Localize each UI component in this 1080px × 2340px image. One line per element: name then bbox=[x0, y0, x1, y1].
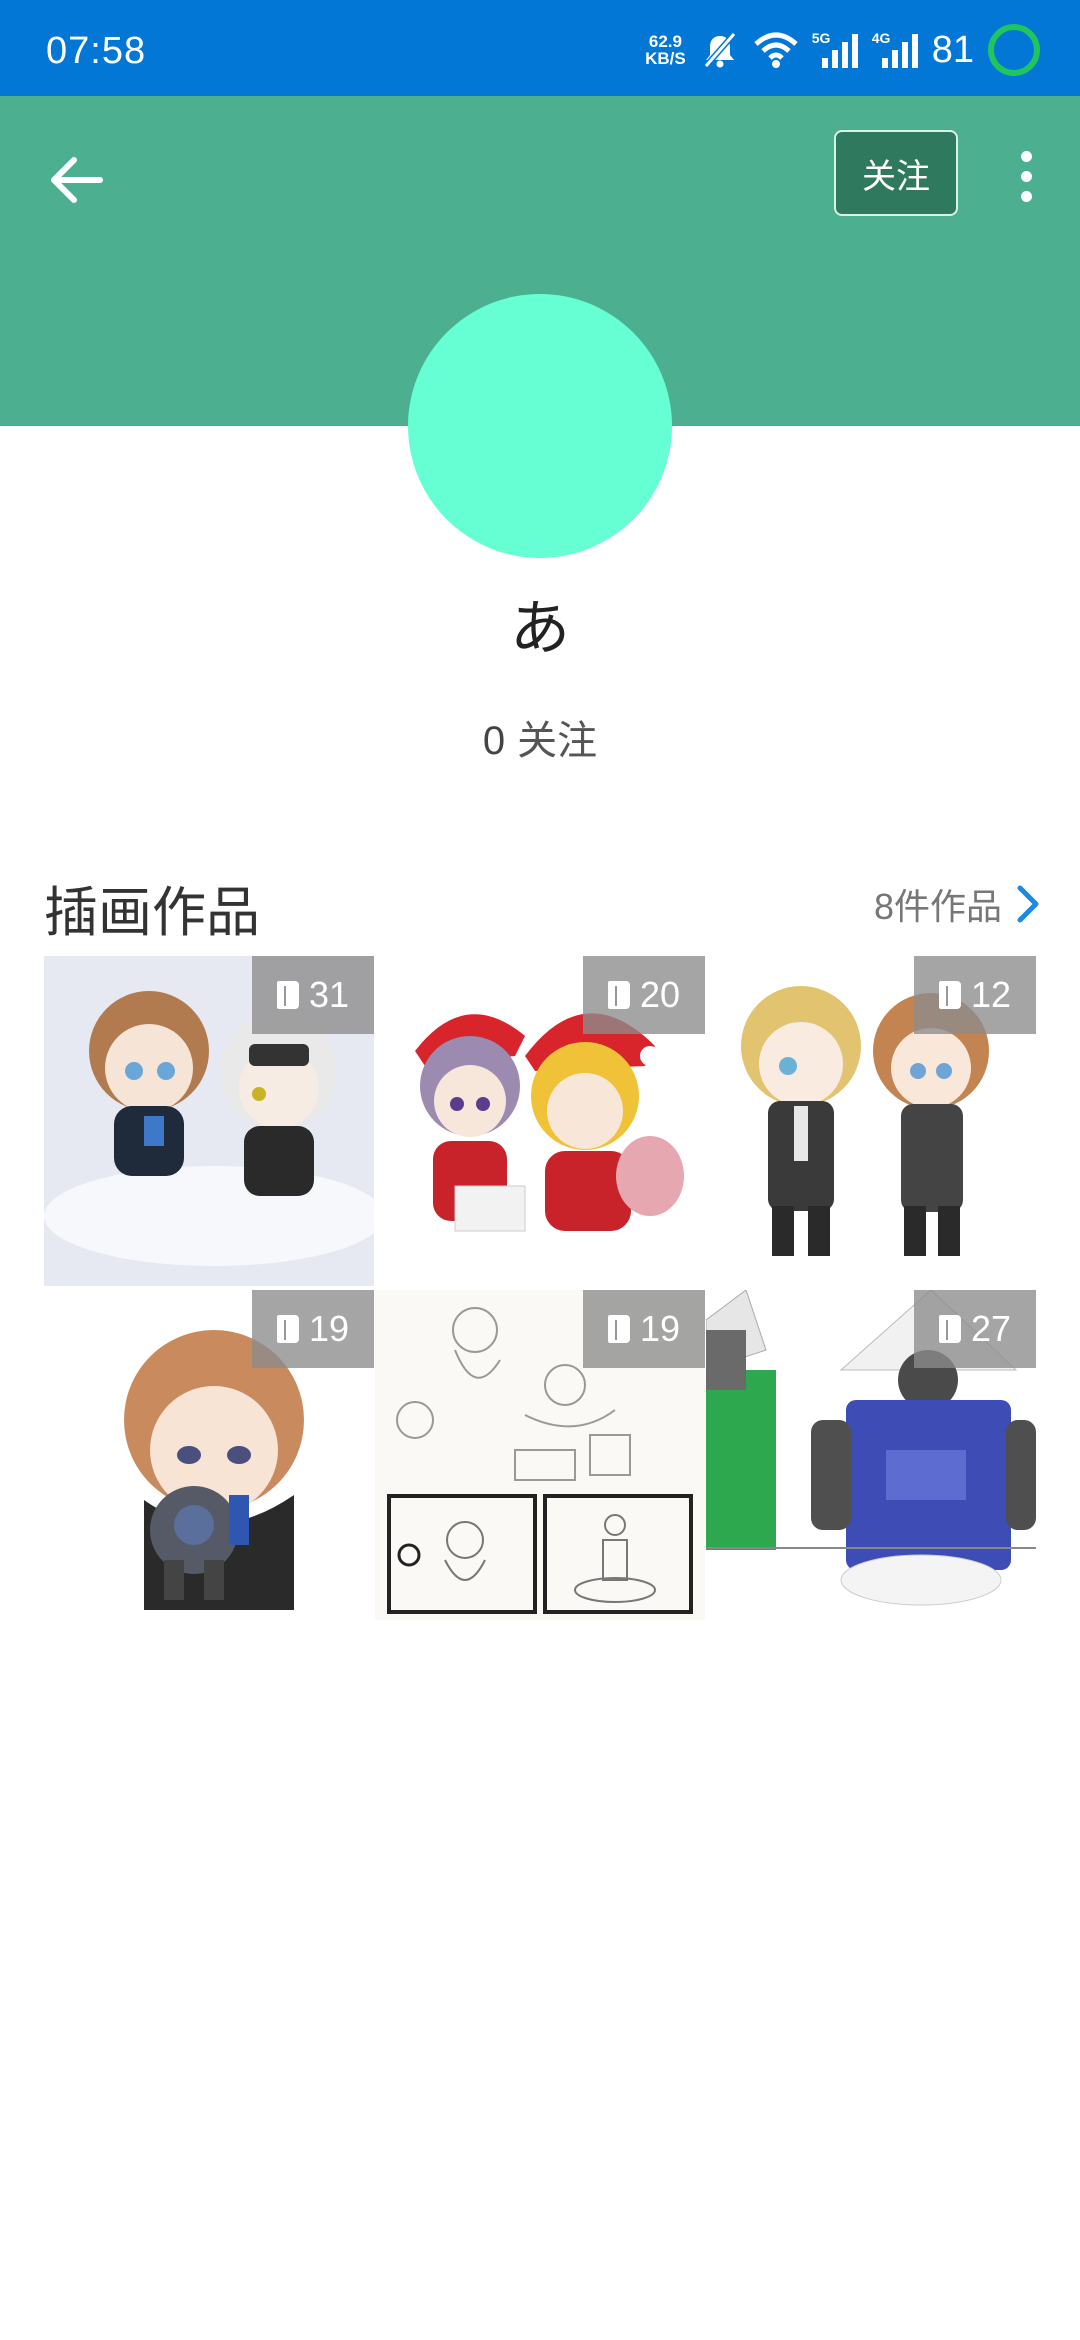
network-speed: 62.9 KB/S bbox=[645, 33, 686, 67]
status-time: 07:58 bbox=[46, 30, 147, 72]
network-speed-value: 62.9 bbox=[648, 32, 682, 51]
status-icons: 62.9 KB/S 5G 4G 81 bbox=[645, 20, 1040, 80]
more-options-button[interactable] bbox=[1008, 138, 1044, 214]
signal-5g-icon: 5G bbox=[812, 30, 858, 70]
page-count: 12 bbox=[970, 974, 1012, 1015]
illustration-grid: 31 20 12 19 19 27 bbox=[44, 956, 1036, 1620]
book-icon bbox=[607, 981, 630, 1009]
book-icon bbox=[276, 981, 299, 1009]
back-button[interactable] bbox=[40, 142, 116, 218]
illustration-thumbnail[interactable]: 20 bbox=[375, 956, 705, 1286]
book-icon bbox=[276, 1315, 299, 1343]
page-count-badge: 31 bbox=[252, 956, 374, 1034]
book-icon bbox=[938, 981, 961, 1009]
all-works-link[interactable]: 8件作品 bbox=[874, 878, 1040, 930]
illustration-thumbnail[interactable]: 12 bbox=[706, 956, 1036, 1286]
illustration-thumbnail[interactable]: 31 bbox=[44, 956, 374, 1286]
page-count: 19 bbox=[308, 1308, 350, 1349]
section-title-illustrations: 插画作品 bbox=[44, 883, 260, 943]
avatar[interactable] bbox=[408, 294, 672, 558]
page-count-badge: 12 bbox=[914, 956, 1036, 1034]
illustration-thumbnail[interactable]: 27 bbox=[706, 1290, 1036, 1620]
wifi-icon bbox=[754, 32, 798, 68]
book-icon bbox=[938, 1315, 961, 1343]
illustration-thumbnail[interactable]: 19 bbox=[375, 1290, 705, 1620]
follow-button[interactable]: 关注 bbox=[834, 130, 958, 216]
page-count-badge: 19 bbox=[583, 1290, 705, 1368]
follow-count[interactable]: 0 关注 bbox=[0, 708, 1080, 766]
network-speed-unit: KB/S bbox=[645, 49, 686, 68]
battery-ring-icon bbox=[988, 24, 1040, 76]
arrow-left-icon bbox=[51, 157, 103, 203]
page-count: 19 bbox=[639, 1308, 681, 1349]
battery-level: 81 bbox=[931, 28, 974, 71]
page-count-badge: 19 bbox=[252, 1290, 374, 1368]
signal-4g-icon: 4G bbox=[872, 30, 918, 70]
user-name: あ bbox=[510, 595, 570, 662]
book-icon bbox=[607, 1315, 630, 1343]
works-count-label: 8件作品 bbox=[873, 886, 1002, 927]
follow-count-label: 关注 bbox=[517, 719, 598, 763]
chevron-right-icon bbox=[1017, 885, 1039, 923]
status-bar: 07:58 62.9 KB/S 5G 4G 81 bbox=[0, 0, 1080, 96]
follow-count-number: 0 bbox=[482, 719, 506, 763]
page-count-badge: 20 bbox=[583, 956, 705, 1034]
page-count: 20 bbox=[639, 974, 681, 1015]
mute-icon bbox=[703, 32, 736, 68]
illustration-thumbnail[interactable]: 19 bbox=[44, 1290, 374, 1620]
more-vertical-icon bbox=[1020, 150, 1032, 162]
page-count: 27 bbox=[970, 1308, 1012, 1349]
page-count: 31 bbox=[308, 974, 350, 1015]
page-count-badge: 27 bbox=[914, 1290, 1036, 1368]
